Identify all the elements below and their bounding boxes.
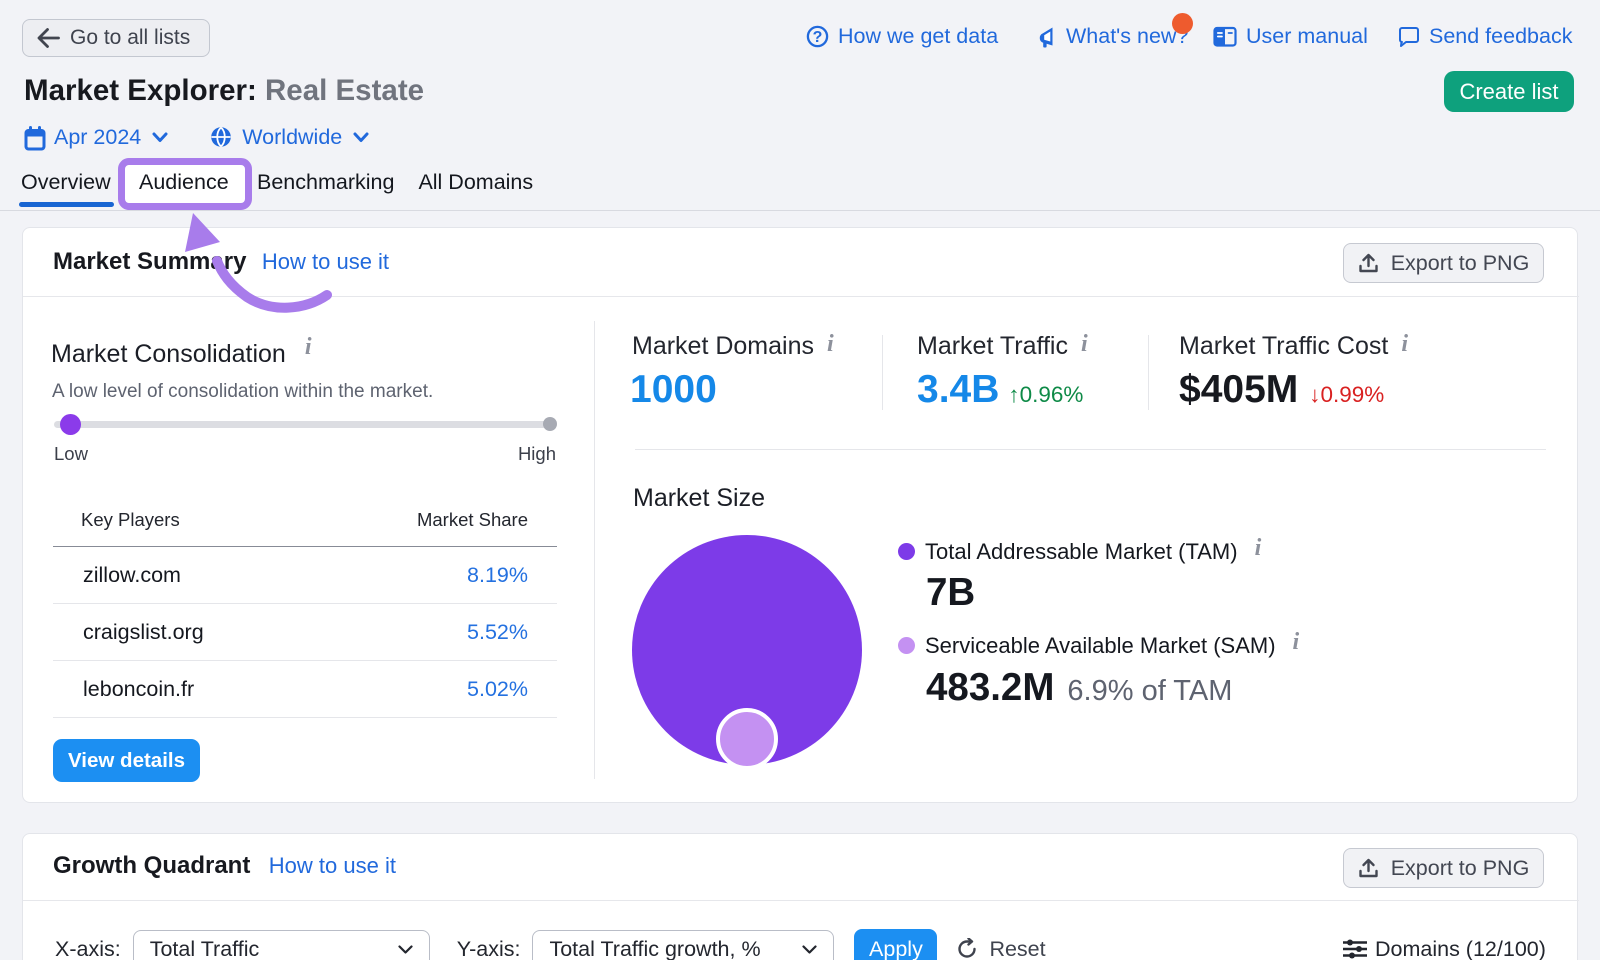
svg-text:?: ? <box>813 29 823 46</box>
